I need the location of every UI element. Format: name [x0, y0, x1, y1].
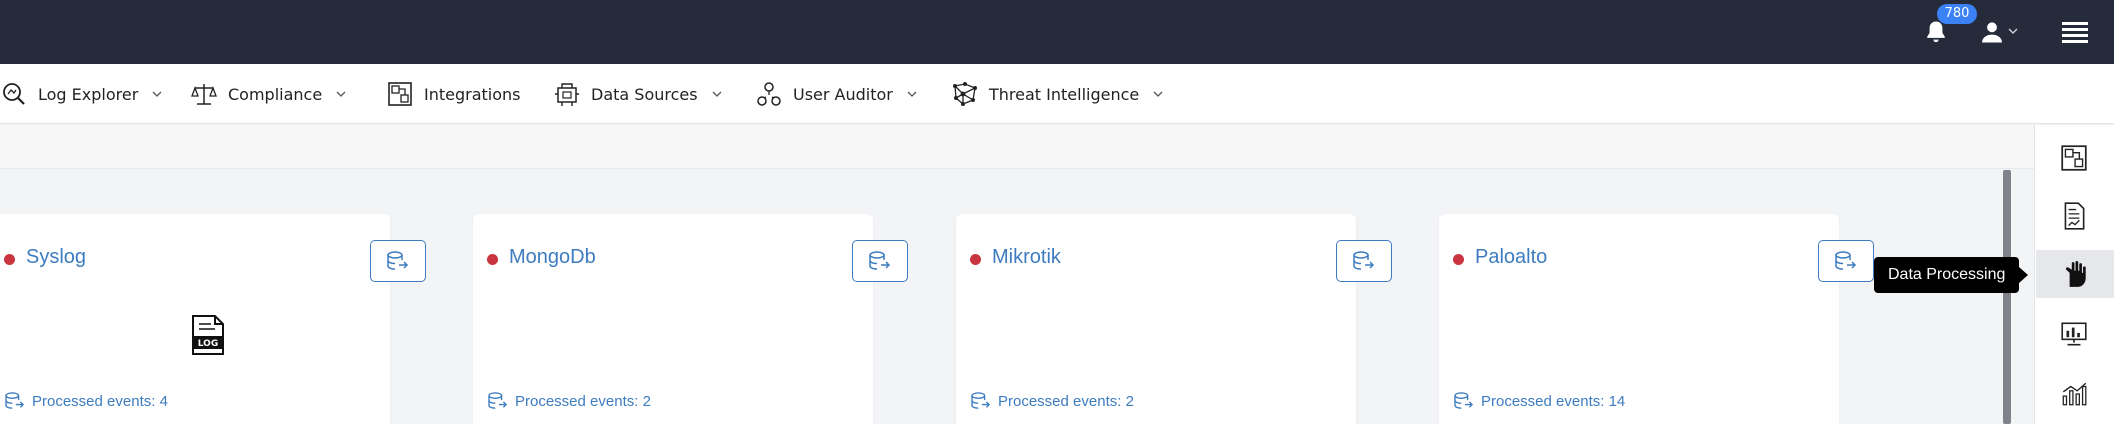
database-export-icon	[1835, 251, 1857, 270]
chevron-down-icon	[712, 91, 722, 97]
svg-text:LOG: LOG	[198, 339, 218, 349]
rail-item-report[interactable]	[2048, 192, 2100, 240]
database-export-icon	[387, 251, 409, 270]
processed-events-label: Processed events: 14	[1481, 392, 1626, 410]
chevron-down-icon[interactable]	[2006, 24, 2020, 38]
vertical-scrollbar[interactable]	[2003, 170, 2011, 424]
processed-events-label: Processed events: 4	[32, 392, 168, 410]
nav-threat-intelligence[interactable]: Threat Intelligence	[951, 64, 1165, 124]
nav-label: User Auditor	[793, 84, 893, 104]
compliance-scale-icon	[191, 84, 217, 105]
database-export-icon	[1353, 251, 1375, 270]
nav-integrations[interactable]: Integrations	[386, 64, 521, 124]
integrations-icon	[388, 82, 412, 106]
log-file-icon: LOG	[192, 315, 224, 355]
chevron-down-icon	[336, 91, 346, 97]
data-source-card-syslog[interactable]: Syslog LOG Processed events: 4	[0, 214, 426, 424]
user-auditor-icon	[757, 82, 781, 106]
processed-events-label: Processed events: 2	[998, 392, 1134, 410]
top-bar: 780	[0, 0, 2114, 64]
database-export-icon	[5, 392, 25, 409]
status-dot	[4, 254, 15, 265]
nav-label: Integrations	[424, 84, 521, 104]
data-sources-icon	[555, 83, 579, 106]
data-source-card-paloalto[interactable]: Paloalto Processed events: 14	[1439, 214, 1874, 424]
card-action-button[interactable]	[852, 240, 908, 282]
rail-item-data-processing[interactable]	[2036, 250, 2114, 298]
chevron-down-icon	[907, 91, 917, 97]
nav-compliance[interactable]: Compliance	[190, 64, 348, 124]
log-explorer-icon	[3, 83, 25, 105]
rail-tooltip: Data Processing	[1874, 257, 2029, 293]
processed-events: Processed events: 2	[487, 392, 651, 410]
processed-events: Processed events: 4	[4, 392, 168, 410]
status-dot	[1453, 254, 1464, 265]
nav-label: Compliance	[228, 84, 323, 104]
bar-chart-icon	[2062, 382, 2087, 406]
nav-data-sources[interactable]: Data Sources	[553, 64, 724, 124]
database-export-icon	[488, 392, 508, 409]
threat-intelligence-icon	[953, 82, 977, 106]
card-action-button[interactable]	[1336, 240, 1392, 282]
nav-label: Data Sources	[591, 84, 698, 104]
processed-events-label: Processed events: 2	[515, 392, 651, 410]
status-dot	[487, 254, 498, 265]
card-title[interactable]: Syslog	[26, 246, 86, 269]
data-source-card-mikrotik[interactable]: Mikrotik Processed events: 2	[956, 214, 1392, 424]
notification-badge[interactable]: 780	[1937, 4, 1977, 24]
card-title[interactable]: Paloalto	[1475, 246, 1547, 269]
chevron-down-icon	[152, 91, 162, 97]
nav-log-explorer[interactable]: Log Explorer	[0, 64, 164, 124]
main-nav: Log Explorer Compliance Integrations Dat…	[0, 64, 2114, 124]
card-action-button[interactable]	[1818, 240, 1874, 282]
rail-item-monitor[interactable]	[2048, 310, 2100, 358]
integrations-icon	[2061, 145, 2087, 171]
rail-item-analytics[interactable]	[2048, 370, 2100, 418]
nav-label: Threat Intelligence	[989, 84, 1140, 104]
database-export-icon	[971, 392, 991, 409]
report-icon	[2064, 202, 2085, 230]
processed-events: Processed events: 14	[1453, 392, 1625, 410]
status-dot	[970, 254, 981, 265]
hamburger-menu-icon[interactable]	[2062, 20, 2088, 44]
nav-label: Log Explorer	[38, 84, 139, 104]
data-processing-hand-icon	[2066, 261, 2086, 287]
monitor-chart-icon	[2061, 322, 2087, 346]
nav-user-auditor[interactable]: User Auditor	[755, 64, 919, 124]
content-header-strip	[0, 125, 2034, 169]
card-title[interactable]: MongoDb	[509, 246, 596, 269]
data-source-card-mongodb[interactable]: MongoDb Processed events: 2	[473, 214, 908, 424]
database-export-icon	[869, 251, 891, 270]
user-icon[interactable]	[1978, 18, 2006, 46]
processed-events: Processed events: 2	[970, 392, 1134, 410]
database-export-icon	[1454, 392, 1474, 409]
card-action-button[interactable]	[370, 240, 426, 282]
rail-item-integrations[interactable]	[2048, 134, 2100, 182]
chevron-down-icon	[1153, 91, 1163, 97]
card-title[interactable]: Mikrotik	[992, 246, 1061, 269]
